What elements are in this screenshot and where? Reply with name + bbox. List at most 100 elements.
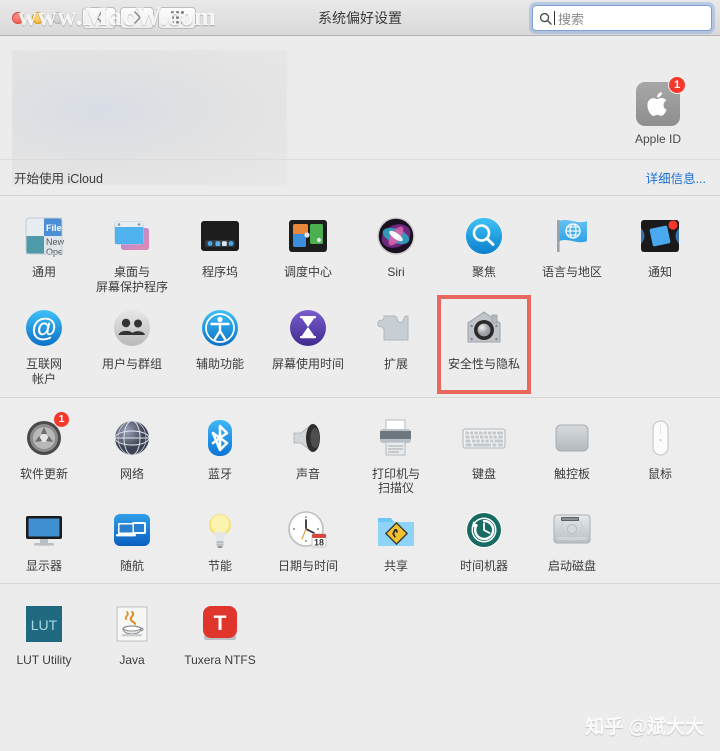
svg-text:File: File bbox=[46, 223, 62, 233]
pref-item-screen-time[interactable]: 屏幕使用时间 bbox=[264, 298, 352, 390]
pref-item-spotlight[interactable]: 聚焦 bbox=[440, 206, 528, 298]
pref-item-label: 软件更新 bbox=[19, 466, 68, 481]
pref-item-label: 桌面与 屏幕保护程序 bbox=[95, 265, 168, 294]
chevron-left-icon bbox=[95, 11, 103, 24]
search-field-wrapper[interactable]: 搜索 bbox=[532, 5, 712, 31]
search-input[interactable]: 搜索 bbox=[532, 5, 712, 31]
apple-id-tile[interactable]: 1 Apple ID bbox=[610, 76, 706, 146]
desktop-screensaver-icon bbox=[108, 212, 156, 260]
pref-item-label: 启动磁盘 bbox=[547, 558, 596, 573]
tuxera-ntfs-icon: T bbox=[196, 600, 244, 648]
preferences-section-hardware: 1 软件更新 网络 蓝牙 声音 打印机与 扫描仪 键盘 触控板 鼠标 显示器 随… bbox=[0, 397, 720, 584]
icloud-details-link[interactable]: 详细信息... bbox=[646, 168, 706, 187]
pref-item-date-time[interactable]: 18 日期与时间 bbox=[264, 500, 352, 578]
pref-item-label: 节能 bbox=[207, 558, 232, 573]
preferences-row: 显示器 随航 节能 18 日期与时间 共享 时间机器 启动磁盘 bbox=[0, 500, 720, 578]
pref-item-label: 用户与群组 bbox=[101, 357, 162, 372]
show-all-button[interactable] bbox=[158, 6, 196, 29]
pref-item-label: 显示器 bbox=[25, 558, 62, 573]
users-groups-icon bbox=[108, 304, 156, 352]
pref-item-tuxera-ntfs[interactable]: T Tuxera NTFS bbox=[176, 594, 264, 672]
pref-item-mouse[interactable]: 鼠标 bbox=[616, 408, 704, 500]
pref-item-label: 随航 bbox=[119, 558, 144, 573]
svg-text:18: 18 bbox=[314, 537, 324, 547]
pref-item-network[interactable]: 网络 bbox=[88, 408, 176, 500]
svg-text:Ope: Ope bbox=[46, 247, 63, 257]
pref-item-label: 语言与地区 bbox=[541, 265, 602, 279]
preferences-section-personal: File New Ope 通用 桌面与 屏幕保护程序 程序坞 调度中心 Siri… bbox=[0, 196, 720, 397]
sharing-icon bbox=[372, 506, 420, 554]
apple-id-badge: 1 bbox=[668, 76, 686, 94]
preferences-row: @ 互联网 帐户 用户与群组 辅助功能 屏幕使用时间 扩展 安全性与隐私 bbox=[0, 295, 720, 394]
search-icon bbox=[539, 12, 552, 25]
pref-item-sound[interactable]: 声音 bbox=[264, 408, 352, 500]
minimize-button[interactable] bbox=[32, 11, 44, 24]
pref-item-lut-utility[interactable]: LUT LUT Utility bbox=[0, 594, 88, 672]
apple-id-avatar: 1 bbox=[636, 76, 686, 126]
pref-item-internet-accounts[interactable]: @ 互联网 帐户 bbox=[0, 298, 88, 390]
forward-button[interactable] bbox=[120, 6, 154, 29]
system-preferences-window: 系统偏好设置 搜索 www.MacW.com 1 Apple ID 开始使用 i… bbox=[0, 0, 720, 751]
pref-item-mission-control[interactable]: 调度中心 bbox=[264, 206, 352, 298]
dock-icon bbox=[196, 212, 244, 260]
pref-item-language-region[interactable]: 语言与地区 bbox=[528, 206, 616, 298]
back-button[interactable] bbox=[82, 6, 116, 29]
time-machine-icon bbox=[460, 506, 508, 554]
pref-item-desktop-screensaver[interactable]: 桌面与 屏幕保护程序 bbox=[88, 206, 176, 298]
preferences-section-third-party: LUT LUT Utility Java T Tuxera NTFS bbox=[0, 584, 720, 678]
pref-item-security-privacy[interactable]: 安全性与隐私 bbox=[437, 295, 531, 394]
date-time-icon: 18 bbox=[284, 506, 332, 554]
security-privacy-icon bbox=[460, 304, 508, 352]
pref-item-label: 触控板 bbox=[553, 466, 590, 481]
watermark-bottom: 知乎 @斌大大 bbox=[585, 717, 704, 738]
pref-item-extensions[interactable]: 扩展 bbox=[352, 298, 440, 390]
pref-item-label: 调度中心 bbox=[283, 265, 332, 279]
java-icon bbox=[108, 600, 156, 648]
pref-item-label: 扩展 bbox=[383, 357, 408, 372]
pref-item-accessibility[interactable]: 辅助功能 bbox=[176, 298, 264, 390]
pref-item-displays[interactable]: 显示器 bbox=[0, 500, 88, 578]
pref-item-dock[interactable]: 程序坞 bbox=[176, 206, 264, 298]
icloud-banner: 1 Apple ID 开始使用 iCloud 详细信息... bbox=[0, 36, 720, 196]
pref-item-sharing[interactable]: 共享 bbox=[352, 500, 440, 578]
pref-item-label: 鼠标 bbox=[647, 466, 672, 481]
pref-item-label: 日期与时间 bbox=[277, 558, 338, 573]
preferences-row: LUT LUT Utility Java T Tuxera NTFS bbox=[0, 594, 720, 672]
preferences-row: 1 软件更新 网络 蓝牙 声音 打印机与 扫描仪 键盘 触控板 鼠标 bbox=[0, 408, 720, 500]
chevron-right-icon bbox=[133, 11, 141, 24]
text-caret bbox=[554, 11, 555, 25]
pref-item-label: 辅助功能 bbox=[195, 357, 244, 372]
pref-item-label: 打印机与 扫描仪 bbox=[371, 466, 420, 496]
keyboard-icon bbox=[460, 414, 508, 462]
close-button[interactable] bbox=[12, 11, 24, 24]
pref-item-sidecar[interactable]: 随航 bbox=[88, 500, 176, 578]
pref-item-trackpad[interactable]: 触控板 bbox=[528, 408, 616, 500]
pref-item-notifications[interactable]: 通知 bbox=[616, 206, 704, 298]
pref-item-bluetooth[interactable]: 蓝牙 bbox=[176, 408, 264, 500]
internet-accounts-icon: @ bbox=[20, 304, 68, 352]
pref-item-java[interactable]: Java bbox=[88, 594, 176, 672]
pref-item-startup-disk[interactable]: 启动磁盘 bbox=[528, 500, 616, 578]
lut-utility-icon: LUT bbox=[20, 600, 68, 648]
pref-item-label: 网络 bbox=[119, 466, 144, 481]
pref-item-siri[interactable]: Siri bbox=[352, 206, 440, 298]
show-all-grid-icon bbox=[170, 11, 184, 24]
pref-item-label: 屏幕使用时间 bbox=[271, 357, 344, 372]
pref-item-users-groups[interactable]: 用户与群组 bbox=[88, 298, 176, 390]
pref-item-energy-saver[interactable]: 节能 bbox=[176, 500, 264, 578]
pref-item-keyboard[interactable]: 键盘 bbox=[440, 408, 528, 500]
pref-item-time-machine[interactable]: 时间机器 bbox=[440, 500, 528, 578]
pref-item-printers-scanners[interactable]: 打印机与 扫描仪 bbox=[352, 408, 440, 500]
energy-saver-icon bbox=[196, 506, 244, 554]
pref-item-label: 时间机器 bbox=[459, 558, 508, 573]
software-update-icon: 1 bbox=[20, 410, 70, 462]
svg-text:@: @ bbox=[31, 312, 56, 342]
network-icon bbox=[108, 414, 156, 462]
preferences-row: File New Ope 通用 桌面与 屏幕保护程序 程序坞 调度中心 Siri… bbox=[0, 206, 720, 298]
zoom-button[interactable] bbox=[52, 11, 64, 24]
pref-item-label: LUT Utility bbox=[16, 653, 72, 668]
traffic-light-buttons bbox=[12, 11, 64, 24]
pref-item-label: 通用 bbox=[31, 265, 56, 279]
pref-item-general[interactable]: File New Ope 通用 bbox=[0, 206, 88, 298]
pref-item-software-update[interactable]: 1 软件更新 bbox=[0, 408, 88, 500]
